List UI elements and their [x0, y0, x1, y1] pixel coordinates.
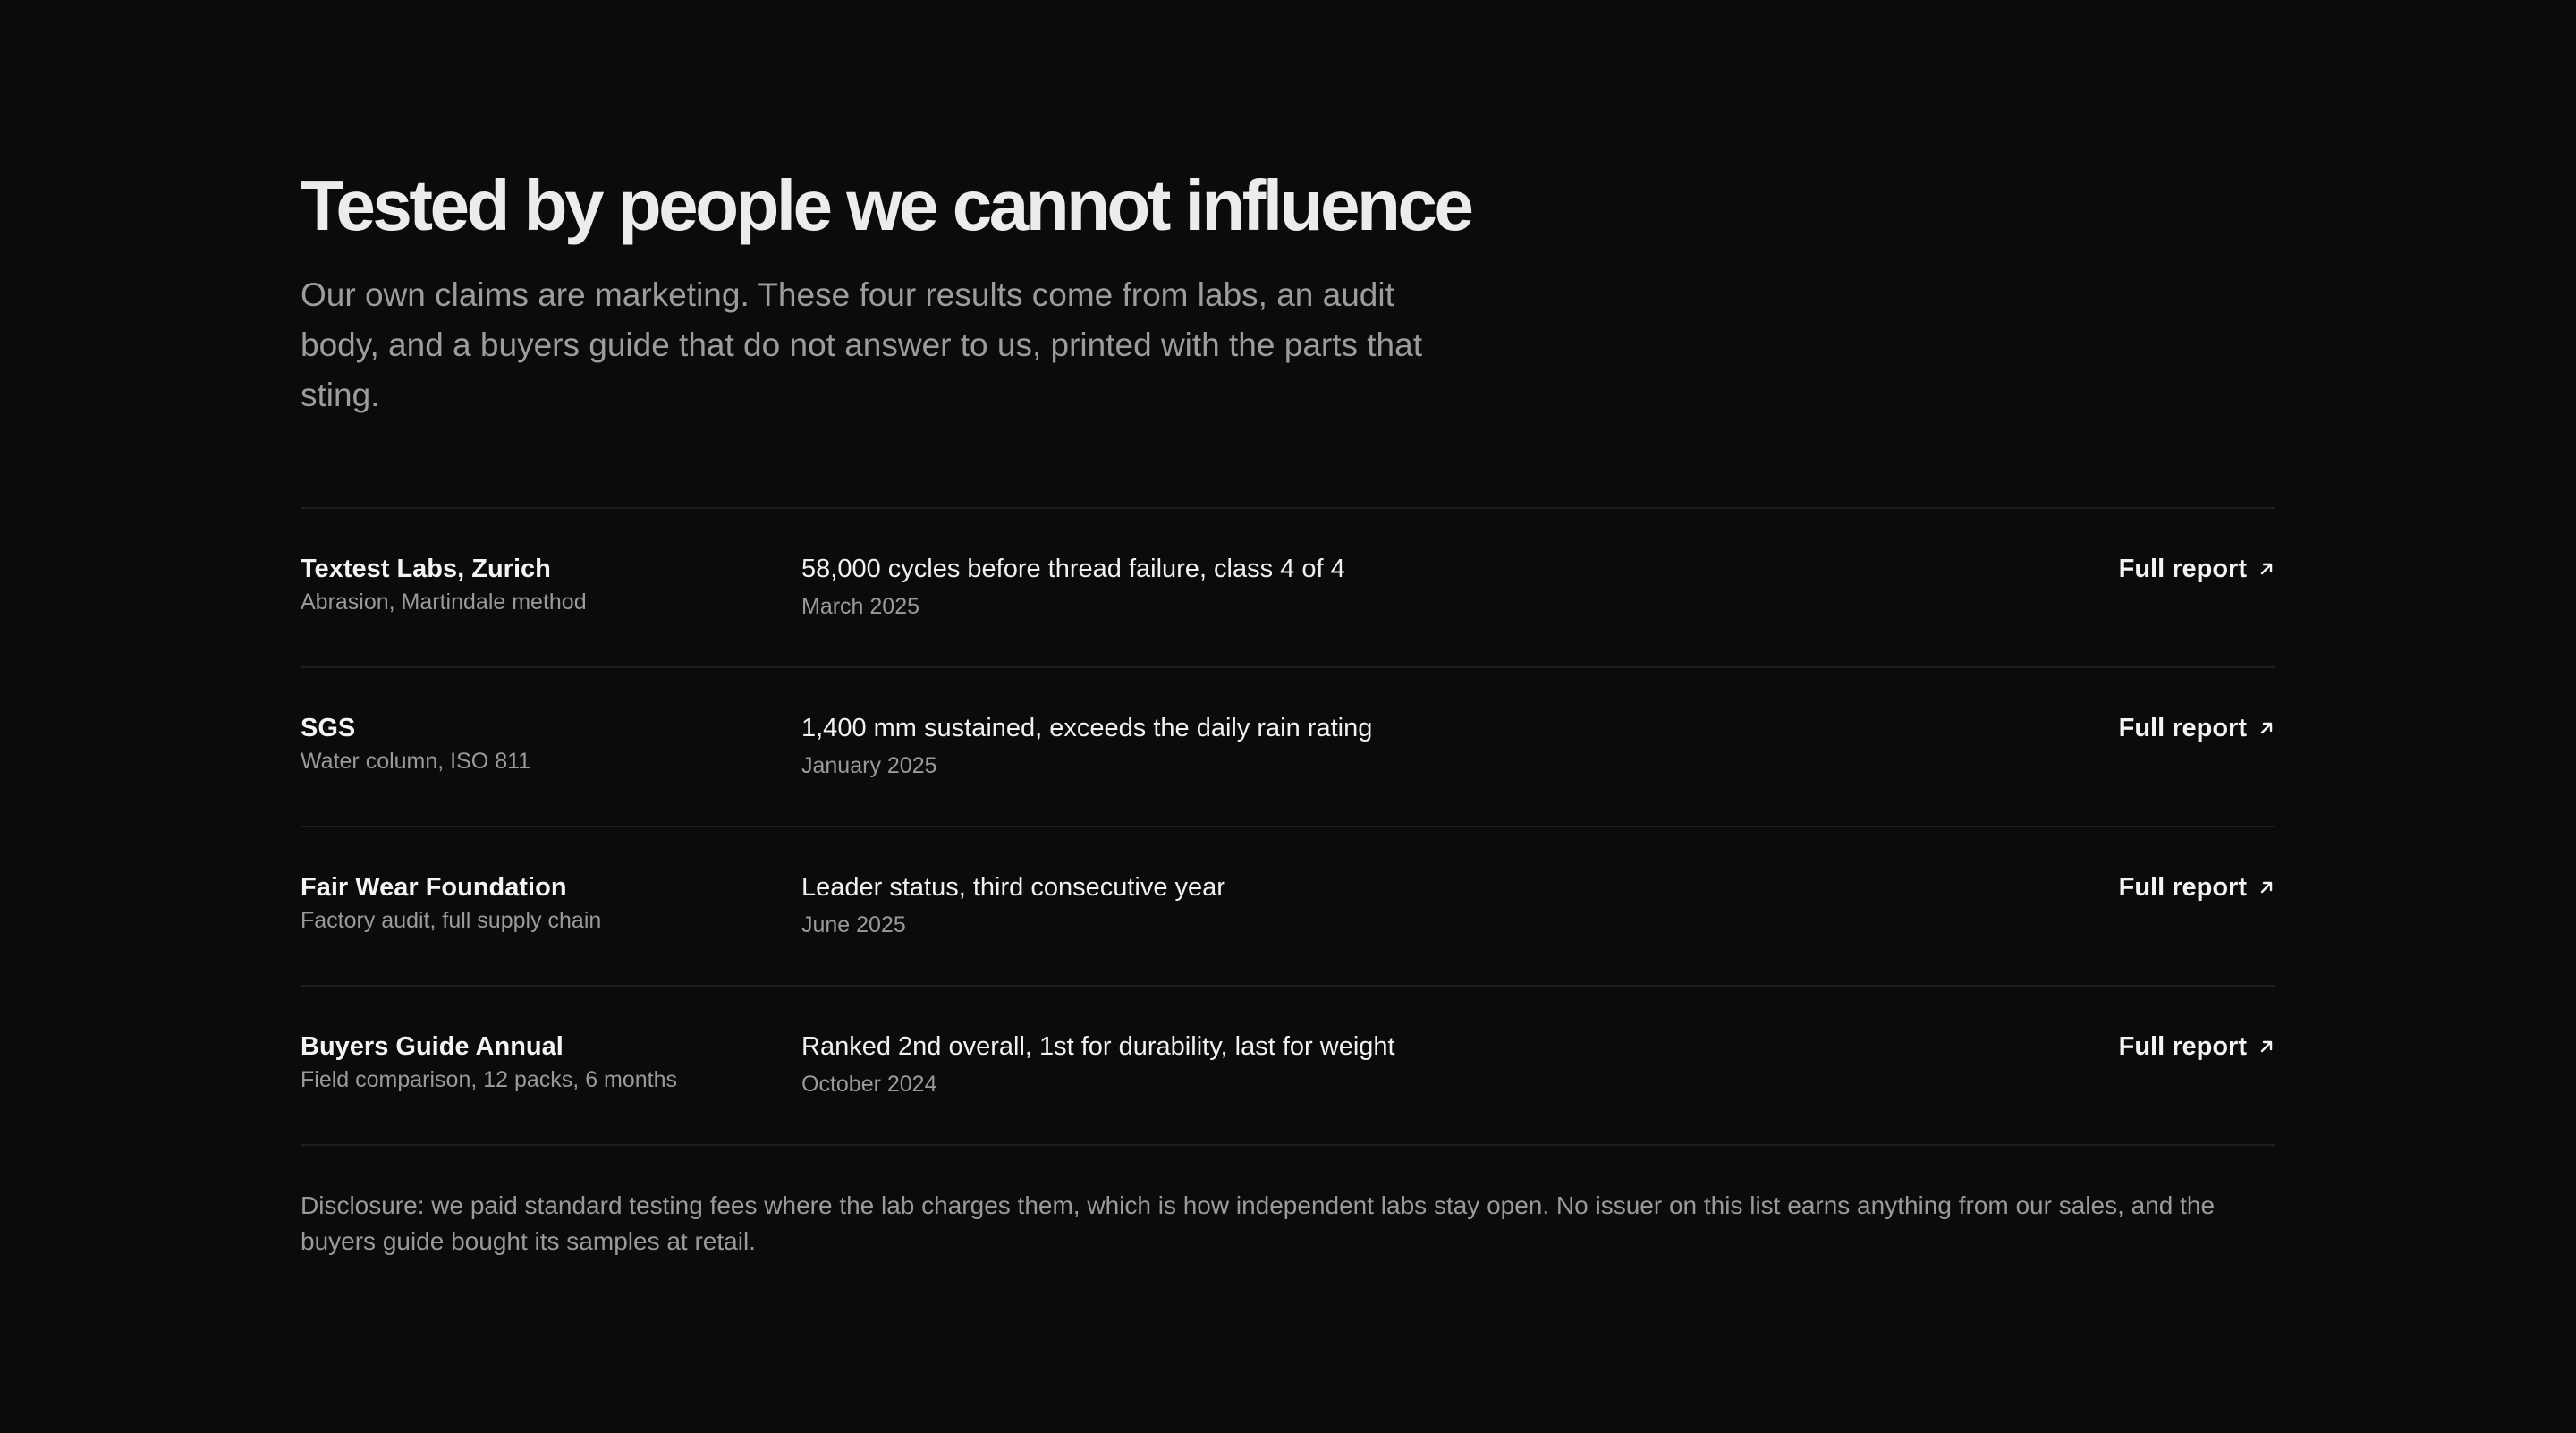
full-report-label: Full report — [2118, 873, 2247, 902]
result-row: Textest Labs, Zurich Abrasion, Martindal… — [301, 509, 2275, 668]
full-report-link[interactable]: Full report — [2119, 553, 2275, 585]
full-report-label: Full report — [2118, 714, 2247, 742]
test-method: Factory audit, full supply chain — [301, 908, 602, 933]
arrow-up-right-icon — [2260, 1040, 2273, 1053]
test-date: January 2025 — [801, 753, 937, 778]
full-report-link[interactable]: Full report — [2119, 871, 2275, 903]
test-method: Water column, ISO 811 — [301, 749, 531, 774]
test-result: Leader status, third consecutive year — [801, 873, 1225, 902]
result-row: Buyers Guide Annual Field comparison, 12… — [301, 987, 2275, 1146]
issuer-name: Buyers Guide Annual — [301, 1032, 564, 1061]
full-report-label: Full report — [2118, 555, 2247, 583]
full-report-link[interactable]: Full report — [2119, 712, 2275, 744]
test-date: March 2025 — [801, 594, 920, 619]
test-result: Ranked 2nd overall, 1st for durability, … — [801, 1032, 1395, 1061]
test-method: Abrasion, Martindale method — [301, 589, 587, 615]
results-list: Textest Labs, Zurich Abrasion, Martindal… — [301, 507, 2275, 1146]
section-intro: Our own claims are marketing. These four… — [301, 276, 1422, 413]
issuer-name: SGS — [301, 714, 356, 742]
full-report-label: Full report — [2118, 1032, 2247, 1061]
test-date: October 2024 — [801, 1072, 937, 1097]
arrow-up-right-icon — [2260, 881, 2273, 894]
disclosure-text: Disclosure: we paid standard testing fee… — [301, 1191, 2216, 1255]
test-result: 58,000 cycles before thread failure, cla… — [801, 555, 1345, 583]
section-heading: Tested by people we cannot influence — [301, 165, 1474, 245]
full-report-link[interactable]: Full report — [2119, 1030, 2275, 1063]
test-method: Field comparison, 12 packs, 6 months — [301, 1067, 678, 1092]
issuer-name: Textest Labs, Zurich — [301, 555, 551, 583]
arrow-up-right-icon — [2260, 722, 2273, 734]
result-row: SGS Water column, ISO 811 1,400 mm susta… — [301, 668, 2275, 827]
arrow-up-right-icon — [2260, 563, 2273, 575]
issuer-name: Fair Wear Foundation — [301, 873, 567, 902]
result-row: Fair Wear Foundation Factory audit, full… — [301, 827, 2275, 987]
test-result: 1,400 mm sustained, exceeds the daily ra… — [801, 714, 1373, 742]
test-date: June 2025 — [801, 912, 906, 937]
